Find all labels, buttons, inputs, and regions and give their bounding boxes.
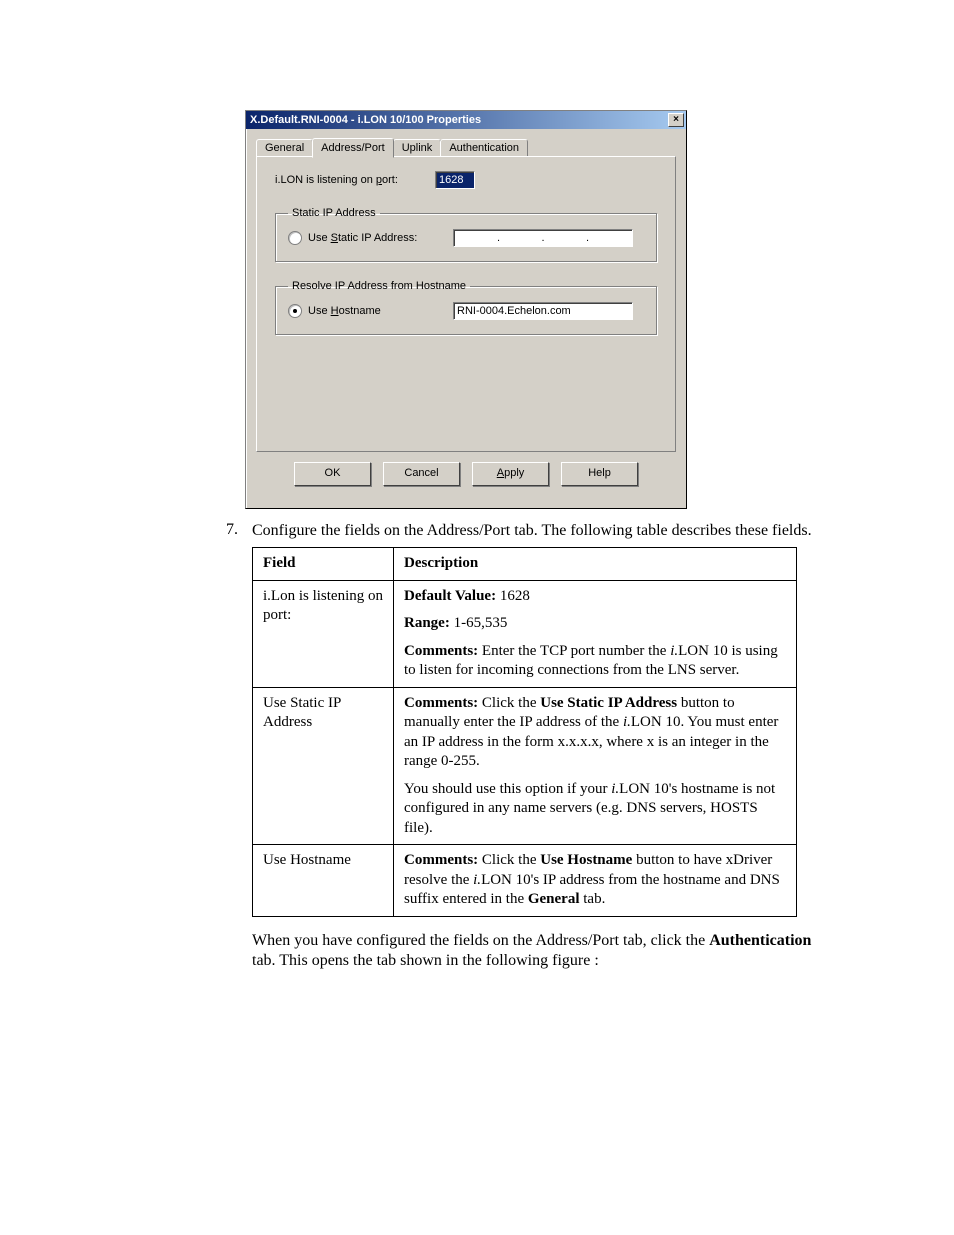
field-table: Field Description i.Lon is listening on … bbox=[252, 547, 797, 917]
static-ip-label: Use Static IP Address: bbox=[308, 232, 453, 244]
field-port: i.Lon is listening on port: bbox=[253, 580, 394, 687]
properties-dialog: X.Default.RNI-0004 - i.LON 10/100 Proper… bbox=[245, 110, 687, 509]
desc-hostname: Comments: Click the Use Hostname button … bbox=[394, 845, 797, 917]
tab-authentication[interactable]: Authentication bbox=[440, 139, 528, 157]
port-row: i.LON is listening on port: 1628 bbox=[275, 171, 657, 189]
footer-text: When you have configured the fields on t… bbox=[252, 931, 824, 971]
tab-uplink[interactable]: Uplink bbox=[393, 139, 442, 157]
radio-static-ip[interactable] bbox=[288, 231, 302, 245]
help-button[interactable]: Help bbox=[561, 462, 638, 486]
port-input[interactable]: 1628 bbox=[435, 171, 475, 189]
table-row: Use Static IP Address Comments: Click th… bbox=[253, 687, 797, 845]
legend-static-ip: Static IP Address bbox=[288, 207, 380, 219]
tab-panel-address-port: i.LON is listening on port: 1628 Static … bbox=[256, 156, 676, 452]
field-hostname: Use Hostname bbox=[253, 845, 394, 917]
hostname-option-row: Use Hostname RNI-0004.Echelon.com bbox=[288, 302, 644, 320]
port-label: i.LON is listening on port: bbox=[275, 174, 435, 186]
dialog-buttons: OK Cancel Apply Help bbox=[256, 452, 676, 498]
legend-hostname: Resolve IP Address from Hostname bbox=[288, 280, 470, 292]
group-static-ip: Static IP Address Use Static IP Address:… bbox=[275, 207, 657, 262]
apply-button[interactable]: Apply bbox=[472, 462, 549, 486]
hostname-input[interactable]: RNI-0004.Echelon.com bbox=[453, 302, 633, 320]
dialog-body: General Address/Port Uplink Authenticati… bbox=[246, 129, 686, 508]
hostname-label: Use Hostname bbox=[308, 305, 453, 317]
desc-static: Comments: Click the Use Static IP Addres… bbox=[394, 687, 797, 845]
hdr-desc: Description bbox=[394, 548, 797, 581]
tab-strip: General Address/Port Uplink Authenticati… bbox=[256, 137, 676, 156]
static-ip-input[interactable]: . . . bbox=[453, 229, 633, 247]
step-list: Configure the fields on the Address/Port… bbox=[230, 521, 824, 971]
tab-general[interactable]: General bbox=[256, 139, 313, 157]
cancel-button[interactable]: Cancel bbox=[383, 462, 460, 486]
close-icon[interactable]: × bbox=[668, 113, 684, 127]
ok-button[interactable]: OK bbox=[294, 462, 371, 486]
step-7-text: Configure the fields on the Address/Port… bbox=[252, 521, 824, 541]
field-static: Use Static IP Address bbox=[253, 687, 394, 845]
page: X.Default.RNI-0004 - i.LON 10/100 Proper… bbox=[0, 0, 954, 1235]
group-hostname: Resolve IP Address from Hostname Use Hos… bbox=[275, 280, 657, 335]
table-header-row: Field Description bbox=[253, 548, 797, 581]
titlebar: X.Default.RNI-0004 - i.LON 10/100 Proper… bbox=[246, 111, 686, 129]
table-row: Use Hostname Comments: Click the Use Hos… bbox=[253, 845, 797, 917]
static-option-row: Use Static IP Address: . . . bbox=[288, 229, 644, 247]
radio-use-hostname[interactable] bbox=[288, 304, 302, 318]
tab-address-port[interactable]: Address/Port bbox=[312, 138, 394, 158]
window-title: X.Default.RNI-0004 - i.LON 10/100 Proper… bbox=[250, 111, 481, 129]
desc-port: Default Value: 1628 Range: 1-65,535 Comm… bbox=[394, 580, 797, 687]
step-7: Configure the fields on the Address/Port… bbox=[252, 521, 824, 971]
hdr-field: Field bbox=[253, 548, 394, 581]
table-row: i.Lon is listening on port: Default Valu… bbox=[253, 580, 797, 687]
